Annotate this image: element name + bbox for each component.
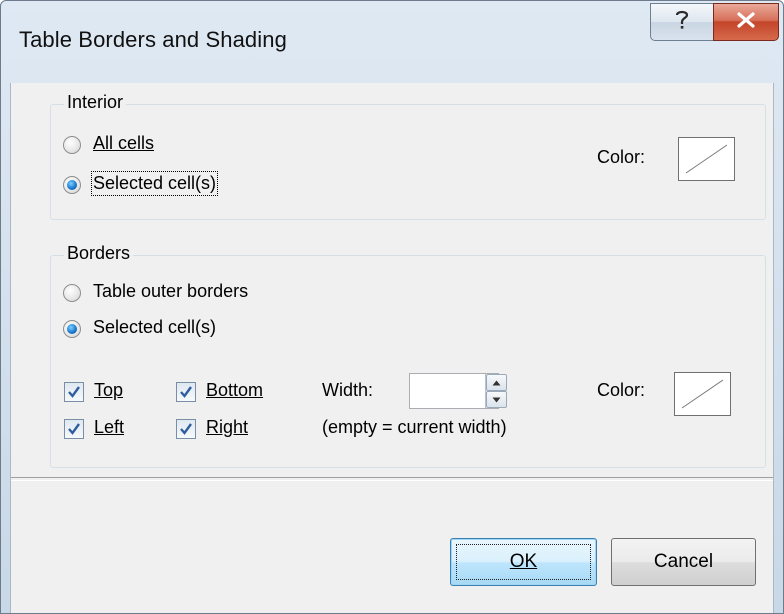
borders-selected-cells-radio[interactable] <box>63 320 81 338</box>
dialog-title: Table Borders and Shading <box>19 27 287 52</box>
bottom-border-checkbox[interactable] <box>176 382 196 402</box>
right-border-label[interactable]: Right <box>206 417 248 438</box>
interior-color-label: Color: <box>597 147 646 167</box>
checkmark-icon <box>68 423 80 435</box>
checkmark-icon <box>180 386 192 398</box>
dialog-window: Table Borders and Shading Interior All c… <box>0 0 784 614</box>
interior-selected-cells-label[interactable]: Selected cell(s) <box>90 171 219 196</box>
borders-group-label: Borders <box>64 243 134 264</box>
arrow-down-icon <box>492 397 501 402</box>
right-border-checkbox[interactable] <box>176 419 196 439</box>
help-icon <box>674 9 690 36</box>
borders-color-swatch[interactable] <box>674 372 731 416</box>
interior-group-label: Interior <box>64 92 127 113</box>
close-button[interactable] <box>713 3 779 41</box>
borders-color-label: Color: <box>597 380 646 400</box>
checkmark-icon <box>180 423 192 435</box>
title-bar[interactable]: Table Borders and Shading <box>1 1 783 83</box>
top-border-label[interactable]: Top <box>94 380 123 401</box>
interior-group <box>50 104 766 220</box>
top-border-checkbox[interactable] <box>64 382 84 402</box>
table-outer-borders-label[interactable]: Table outer borders <box>93 281 248 302</box>
interior-color-swatch[interactable] <box>678 137 735 181</box>
table-outer-borders-radio[interactable] <box>63 284 81 302</box>
arrow-up-icon <box>492 380 501 385</box>
no-color-icon <box>681 379 724 409</box>
ok-button[interactable]: OK <box>450 538 597 586</box>
focus-indicator <box>456 544 591 580</box>
help-button[interactable] <box>650 3 714 41</box>
separator-line <box>11 477 773 481</box>
bottom-border-label[interactable]: Bottom <box>206 380 263 401</box>
dialog-client-area: Interior All cells Selected cell(s) Colo… <box>10 83 774 613</box>
cancel-button[interactable]: Cancel <box>611 538 756 586</box>
checkmark-icon <box>68 386 80 398</box>
no-color-icon <box>685 144 728 174</box>
spin-up-button[interactable] <box>486 374 507 391</box>
borders-selected-cells-label[interactable]: Selected cell(s) <box>93 317 216 338</box>
cancel-button-label: Cancel <box>653 551 714 572</box>
width-hint: (empty = current width) <box>322 417 507 437</box>
spin-down-button[interactable] <box>486 391 507 408</box>
all-cells-radio[interactable] <box>63 136 81 154</box>
close-icon <box>735 11 757 34</box>
left-border-checkbox[interactable] <box>64 419 84 439</box>
width-spinner[interactable] <box>485 374 507 408</box>
interior-selected-cells-radio[interactable] <box>63 176 81 194</box>
left-border-label[interactable]: Left <box>94 417 124 438</box>
all-cells-label[interactable]: All cells <box>93 133 154 154</box>
width-label: Width: <box>322 380 374 400</box>
